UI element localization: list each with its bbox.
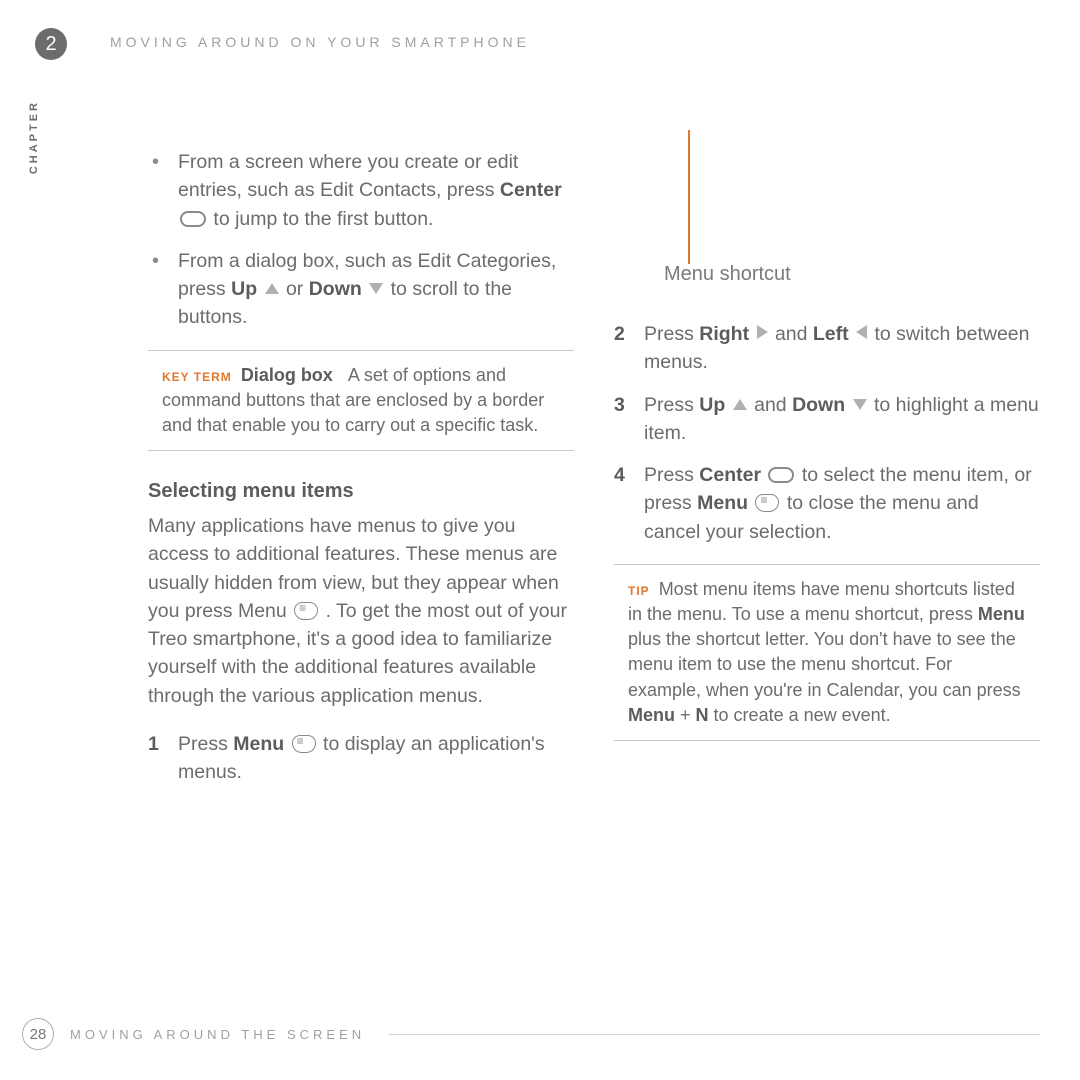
- page-number: 28: [22, 1018, 54, 1050]
- list-item: 2 Press Right and Left to switch between…: [614, 320, 1040, 377]
- menu-icon: [292, 735, 316, 753]
- body-text: or: [286, 278, 309, 300]
- tip-label: TIP: [628, 584, 650, 598]
- bullet-item: From a screen where you create or edit e…: [148, 148, 574, 233]
- up-arrow-icon: [265, 283, 279, 294]
- page-footer: 28 MOVING AROUND THE SCREEN: [22, 1018, 1040, 1050]
- body-text: Press: [644, 323, 699, 345]
- key-up: Up: [231, 278, 257, 300]
- down-arrow-icon: [369, 283, 383, 294]
- step-number: 1: [148, 730, 159, 758]
- step-number: 4: [614, 461, 625, 489]
- body-text: Press: [178, 733, 233, 755]
- body-text: and: [754, 394, 792, 416]
- key-right: Right: [699, 323, 749, 345]
- key-menu: Menu: [233, 733, 284, 755]
- footer-title: MOVING AROUND THE SCREEN: [70, 1027, 365, 1042]
- list-item: 3 Press Up and Down to highlight a menu …: [614, 391, 1040, 448]
- down-arrow-icon: [853, 399, 867, 410]
- list-item: 4 Press Center to select the menu item, …: [614, 461, 1040, 546]
- chapter-title: MOVING AROUND ON YOUR SMARTPHONE: [110, 34, 530, 50]
- menu-icon: [294, 602, 318, 620]
- key-term-callout: KEY TERM Dialog box A set of options and…: [148, 350, 574, 452]
- body-text: Press: [644, 394, 699, 416]
- key-center: Center: [500, 179, 562, 201]
- tip-text: to create a new event.: [714, 705, 891, 725]
- tip-text: Most menu items have menu shortcuts list…: [628, 579, 1015, 624]
- right-column: Menu shortcut 2 Press Right and Left to …: [614, 140, 1040, 801]
- section-heading: Selecting menu items: [148, 477, 574, 506]
- bullet-item: From a dialog box, such as Edit Categori…: [148, 247, 574, 332]
- menu-shortcut-label: Menu shortcut: [664, 260, 791, 289]
- menu-icon: [755, 494, 779, 512]
- step-number: 2: [614, 320, 625, 348]
- key-left: Left: [813, 323, 849, 345]
- body-text: Press: [644, 464, 699, 486]
- left-arrow-icon: [856, 325, 867, 339]
- key-term-label: KEY TERM: [162, 370, 232, 384]
- key-term-name: Dialog box: [241, 365, 333, 385]
- right-arrow-icon: [757, 325, 768, 339]
- step-number: 3: [614, 391, 625, 419]
- key-menu: Menu: [628, 705, 675, 725]
- body-text: and: [775, 323, 813, 345]
- body-text: to jump to the first button.: [213, 208, 433, 230]
- tip-text: +: [680, 705, 696, 725]
- footer-rule: [389, 1034, 1040, 1035]
- callout-line: [688, 130, 690, 264]
- body-paragraph: Many applications have menus to give you…: [148, 512, 574, 710]
- tip-callout: TIP Most menu items have menu shortcuts …: [614, 564, 1040, 741]
- tip-text: plus the shortcut letter. You don't have…: [628, 629, 1021, 699]
- body-text: From a screen where you create or edit e…: [178, 151, 518, 201]
- key-menu: Menu: [697, 492, 748, 514]
- key-center: Center: [699, 464, 761, 486]
- list-item: 1 Press Menu to display an application's…: [148, 730, 574, 787]
- left-column: From a screen where you create or edit e…: [148, 140, 574, 801]
- chapter-side-label: CHAPTER: [28, 100, 40, 174]
- center-icon: [180, 211, 206, 227]
- center-icon: [768, 467, 794, 483]
- chapter-number-badge: 2: [35, 28, 67, 60]
- up-arrow-icon: [733, 399, 747, 410]
- key-n: N: [696, 705, 709, 725]
- key-down: Down: [792, 394, 845, 416]
- key-menu: Menu: [978, 604, 1025, 624]
- key-up: Up: [699, 394, 725, 416]
- key-down: Down: [309, 278, 362, 300]
